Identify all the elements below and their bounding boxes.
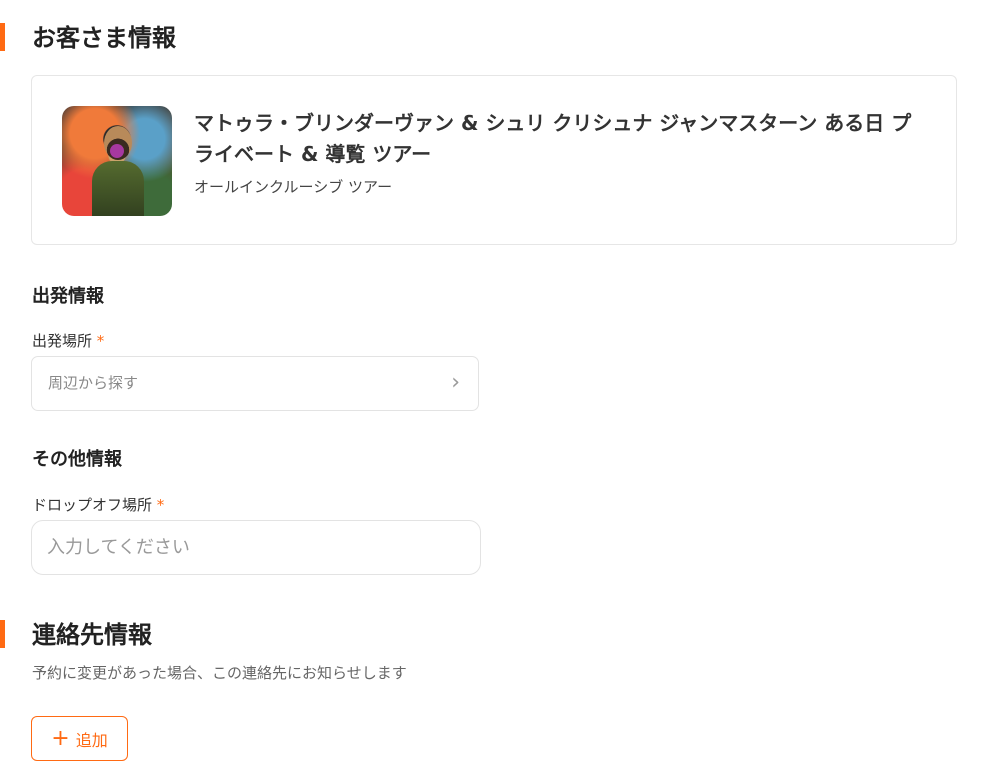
required-mark: *: [96, 332, 105, 350]
dropoff-label: ドロップオフ場所 *: [32, 494, 164, 515]
other-info-heading: その他情報: [32, 449, 122, 470]
product-thumbnail: [62, 106, 172, 216]
section-accent-bar: [0, 620, 5, 648]
dropoff-location-input[interactable]: [31, 520, 481, 575]
add-contact-button[interactable]: + 追加: [31, 716, 128, 761]
add-button-label: 追加: [75, 730, 108, 750]
departure-label: 出発場所 *: [32, 330, 104, 351]
contact-info-title: 連絡先情報: [32, 621, 152, 649]
product-title: マトゥラ・ブリンダーヴァン & シュリ クリシュナ ジャンマスターン ある日 プ…: [194, 111, 912, 166]
customer-info-title: お客さま情報: [32, 24, 176, 52]
departure-heading: 出発情報: [32, 286, 104, 307]
product-card: マトゥラ・ブリンダーヴァン & シュリ クリシュナ ジャンマスターン ある日 プ…: [31, 75, 957, 245]
plus-icon: +: [51, 725, 70, 751]
required-mark: *: [156, 496, 165, 514]
contact-description: 予約に変更があった場合、この連絡先にお知らせします: [32, 664, 407, 682]
product-subtitle: オールインクルーシブ ツアー: [194, 178, 393, 196]
section-accent-bar: [0, 23, 5, 51]
departure-placeholder: 周辺から探す: [48, 374, 139, 392]
departure-location-select[interactable]: 周辺から探す ›: [31, 356, 479, 411]
departure-label-text: 出発場所: [32, 332, 93, 350]
dropoff-label-text: ドロップオフ場所: [32, 496, 153, 514]
chevron-right-icon: ›: [451, 370, 460, 395]
